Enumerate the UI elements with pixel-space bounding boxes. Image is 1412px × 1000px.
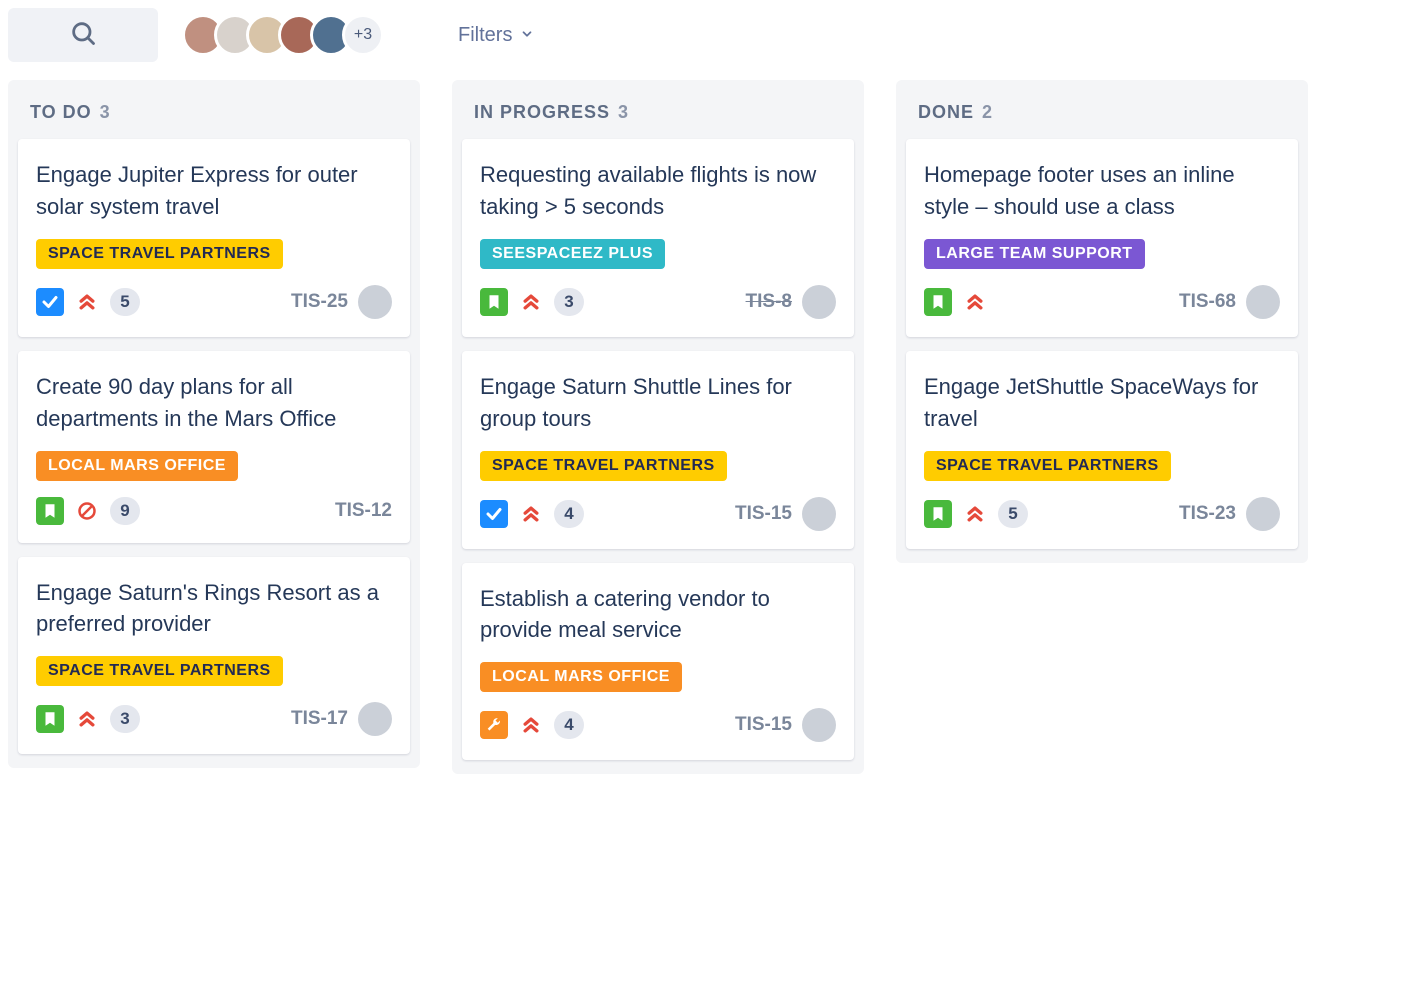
issue-card[interactable]: Establish a catering vendor to provide m… xyxy=(462,563,854,761)
story-points: 5 xyxy=(110,288,140,316)
priority-highest-icon xyxy=(76,291,98,313)
issue-key: TIS-8 xyxy=(746,291,792,313)
issue-key: TIS-15 xyxy=(735,503,792,525)
assignee-avatar[interactable] xyxy=(1246,285,1280,319)
epic-tag[interactable]: SPACE TRAVEL PARTNERS xyxy=(36,239,283,269)
issue-key: TIS-12 xyxy=(335,500,392,522)
card-footer: TIS-68 xyxy=(924,285,1280,319)
filters-button[interactable]: Filters xyxy=(458,24,534,47)
task-type-icon xyxy=(480,500,508,528)
kanban-board: TO DO 3 Engage Jupiter Express for outer… xyxy=(8,80,1404,774)
priority-highest-icon xyxy=(520,714,542,736)
issue-key: TIS-68 xyxy=(1179,291,1236,313)
story-points: 4 xyxy=(554,711,584,739)
search-input[interactable] xyxy=(8,8,158,62)
priority-highest-icon xyxy=(520,291,542,313)
issue-card[interactable]: Engage Saturn Shuttle Lines for group to… xyxy=(462,351,854,549)
story-points: 3 xyxy=(110,705,140,733)
priority-highest-icon xyxy=(964,503,986,525)
column-count: 3 xyxy=(618,102,629,123)
card-footer: 9 TIS-12 xyxy=(36,497,392,525)
card-footer: 4 TIS-15 xyxy=(480,497,836,531)
epic-tag[interactable]: SPACE TRAVEL PARTNERS xyxy=(480,451,727,481)
issue-title: Homepage footer uses an inline style – s… xyxy=(924,159,1280,223)
column-header: IN PROGRESS 3 xyxy=(462,92,854,139)
epic-tag[interactable]: LOCAL MARS OFFICE xyxy=(36,451,238,481)
priority-highest-icon xyxy=(520,503,542,525)
assignee-avatar[interactable] xyxy=(1246,497,1280,531)
issue-title: Requesting available flights is now taki… xyxy=(480,159,836,223)
issue-key: TIS-25 xyxy=(291,291,348,313)
issue-card[interactable]: Engage JetShuttle SpaceWays for travel S… xyxy=(906,351,1298,549)
issue-card[interactable]: Engage Jupiter Express for outer solar s… xyxy=(18,139,410,337)
issue-title: Create 90 day plans for all departments … xyxy=(36,371,392,435)
story-points: 3 xyxy=(554,288,584,316)
column-title: TO DO xyxy=(30,102,92,123)
column-title: IN PROGRESS xyxy=(474,102,610,123)
subtask-type-icon xyxy=(480,711,508,739)
card-footer: 5 TIS-25 xyxy=(36,285,392,319)
avatar-overflow[interactable]: +3 xyxy=(342,14,384,56)
column-title: DONE xyxy=(918,102,974,123)
board-toolbar: +3 Filters xyxy=(8,8,1404,62)
story-points: 9 xyxy=(110,497,140,525)
column-count: 2 xyxy=(982,102,993,123)
card-footer: 5 TIS-23 xyxy=(924,497,1280,531)
epic-tag[interactable]: SEESPACEEZ PLUS xyxy=(480,239,665,269)
column-header: DONE 2 xyxy=(906,92,1298,139)
issue-title: Engage Saturn's Rings Resort as a prefer… xyxy=(36,577,392,641)
priority-highest-icon xyxy=(964,291,986,313)
story-type-icon xyxy=(924,288,952,316)
epic-tag[interactable]: SPACE TRAVEL PARTNERS xyxy=(924,451,1171,481)
assignee-avatars: +3 xyxy=(182,14,384,56)
assignee-avatar[interactable] xyxy=(358,285,392,319)
column-to-do: TO DO 3 Engage Jupiter Express for outer… xyxy=(8,80,420,768)
issue-title: Establish a catering vendor to provide m… xyxy=(480,583,836,647)
issue-title: Engage Jupiter Express for outer solar s… xyxy=(36,159,392,223)
story-type-icon xyxy=(36,705,64,733)
column-in-progress: IN PROGRESS 3 Requesting available fligh… xyxy=(452,80,864,774)
story-type-icon xyxy=(480,288,508,316)
epic-tag[interactable]: SPACE TRAVEL PARTNERS xyxy=(36,656,283,686)
story-points: 4 xyxy=(554,500,584,528)
assignee-avatar[interactable] xyxy=(802,285,836,319)
issue-card[interactable]: Homepage footer uses an inline style – s… xyxy=(906,139,1298,337)
filters-label: Filters xyxy=(458,24,512,47)
story-type-icon xyxy=(36,497,64,525)
search-icon xyxy=(69,19,97,52)
column-header: TO DO 3 xyxy=(18,92,410,139)
issue-key: TIS-23 xyxy=(1179,503,1236,525)
story-type-icon xyxy=(924,500,952,528)
issue-key: TIS-17 xyxy=(291,708,348,730)
task-type-icon xyxy=(36,288,64,316)
issue-title: Engage Saturn Shuttle Lines for group to… xyxy=(480,371,836,435)
epic-tag[interactable]: LARGE TEAM SUPPORT xyxy=(924,239,1145,269)
priority-highest-icon xyxy=(76,708,98,730)
epic-tag[interactable]: LOCAL MARS OFFICE xyxy=(480,662,682,692)
assignee-avatar[interactable] xyxy=(358,702,392,736)
priority-blocker-icon xyxy=(76,500,98,522)
card-footer: 3 TIS-17 xyxy=(36,702,392,736)
column-count: 3 xyxy=(100,102,111,123)
card-footer: 3 TIS-8 xyxy=(480,285,836,319)
assignee-avatar[interactable] xyxy=(802,497,836,531)
chevron-down-icon xyxy=(520,24,534,47)
issue-card[interactable]: Requesting available flights is now taki… xyxy=(462,139,854,337)
card-footer: 4 TIS-15 xyxy=(480,708,836,742)
story-points: 5 xyxy=(998,500,1028,528)
issue-key: TIS-15 xyxy=(735,714,792,736)
issue-card[interactable]: Create 90 day plans for all departments … xyxy=(18,351,410,543)
column-done: DONE 2 Homepage footer uses an inline st… xyxy=(896,80,1308,563)
assignee-avatar[interactable] xyxy=(802,708,836,742)
issue-title: Engage JetShuttle SpaceWays for travel xyxy=(924,371,1280,435)
issue-card[interactable]: Engage Saturn's Rings Resort as a prefer… xyxy=(18,557,410,755)
